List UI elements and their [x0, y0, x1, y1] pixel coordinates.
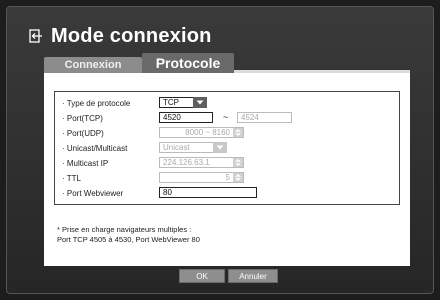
port-tcp-end-input: 4524: [237, 112, 292, 123]
protocol-type-select[interactable]: TCP: [159, 97, 207, 108]
port-range-separator: ~: [223, 112, 229, 122]
port-tcp-start-input[interactable]: 4520: [159, 112, 213, 123]
protocol-type-value: TCP: [163, 98, 179, 107]
note-line-2: Port TCP 4505 à 4530, Port WebViewer 80: [57, 234, 200, 244]
port-webviewer-input[interactable]: 80: [159, 187, 257, 198]
browser-support-note: * Prise en charge navigateurs multiples …: [57, 225, 200, 244]
chevron-down-icon: [193, 97, 207, 108]
multicast-ip-value: 224.126.63.1: [163, 158, 210, 167]
row-ttl: · TTL 5: [62, 172, 392, 186]
protocol-settings-box: · Type de protocole TCP · Port(TCP) 4520…: [54, 91, 400, 205]
dialog-title: Mode connexion: [51, 24, 212, 47]
dialog-buttons: OK Annuler: [7, 269, 435, 283]
port-tcp-label: · Port(TCP): [62, 114, 103, 123]
spinner-icon: [233, 128, 243, 137]
unicast-multicast-label: · Unicast/Multicast: [62, 144, 128, 153]
row-port-tcp: · Port(TCP) 4520 ~ 4524: [62, 112, 392, 126]
protocol-type-label: · Type de protocole: [62, 99, 131, 108]
dialog-header: Mode connexion: [29, 24, 212, 48]
note-line-1: * Prise en charge navigateurs multiples …: [57, 225, 192, 234]
chevron-down-icon: [213, 142, 227, 153]
cancel-button[interactable]: Annuler: [228, 269, 278, 283]
unicast-multicast-select: Unicast: [159, 142, 227, 153]
spinner-icon: [233, 173, 243, 182]
multicast-ip-label: · Multicast IP: [62, 159, 109, 168]
ok-button[interactable]: OK: [179, 269, 225, 283]
row-port-webviewer: · Port Webviewer 80: [62, 187, 392, 201]
port-webviewer-label: · Port Webviewer: [62, 189, 124, 198]
multicast-ip-field: 224.126.63.1: [159, 157, 244, 168]
port-udp-field: 8000 ~ 8160: [159, 127, 244, 138]
connection-mode-dialog: Mode connexion Connexion Protocole · Typ…: [6, 6, 434, 294]
row-protocol-type: · Type de protocole TCP: [62, 97, 392, 111]
protocol-panel: · Type de protocole TCP · Port(TCP) 4520…: [44, 73, 410, 266]
tab-protocole[interactable]: Protocole: [142, 53, 234, 73]
tab-bar: Connexion Protocole: [44, 53, 410, 73]
ttl-label: · TTL: [62, 174, 81, 183]
row-unicast-multicast: · Unicast/Multicast Unicast: [62, 142, 392, 156]
spinner-icon: [233, 158, 243, 167]
row-port-udp: · Port(UDP) 8000 ~ 8160: [62, 127, 392, 141]
tab-connexion[interactable]: Connexion: [44, 57, 142, 73]
ttl-field: 5: [159, 172, 244, 183]
exit-icon: [29, 29, 43, 43]
row-multicast-ip: · Multicast IP 224.126.63.1: [62, 157, 392, 171]
unicast-multicast-value: Unicast: [163, 143, 190, 152]
port-udp-label: · Port(UDP): [62, 129, 104, 138]
ttl-value: 5: [225, 173, 230, 182]
port-udp-value: 8000 ~ 8160: [185, 128, 230, 137]
